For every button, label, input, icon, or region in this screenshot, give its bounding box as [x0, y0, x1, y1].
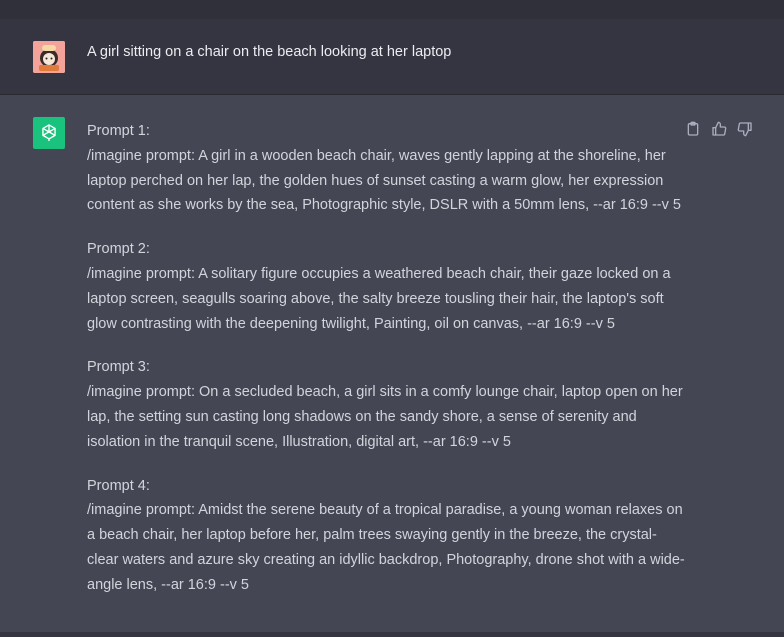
thumbs-up-button[interactable] [709, 119, 729, 139]
bottom-bar [0, 632, 784, 637]
assistant-message-row: Prompt 1: /imagine prompt: A girl in a w… [0, 95, 784, 632]
prompt-body: /imagine prompt: A solitary figure occup… [87, 265, 671, 332]
user-avatar-icon [33, 41, 65, 73]
thumbs-up-icon [711, 121, 727, 137]
assistant-message-content: Prompt 1: /imagine prompt: A girl in a w… [87, 119, 687, 617]
prompt-body: /imagine prompt: On a secluded beach, a … [87, 384, 683, 450]
user-message-row: A girl sitting on a chair on the beach l… [0, 19, 784, 95]
thumbs-down-button[interactable] [735, 119, 755, 139]
prompt-heading: Prompt 3: [87, 359, 150, 376]
thumbs-down-icon [737, 121, 753, 137]
copy-button[interactable] [683, 119, 703, 139]
prompt-body: /imagine prompt: A girl in a wooden beac… [87, 147, 681, 214]
prompt-block: Prompt 4: /imagine prompt: Amidst the se… [87, 474, 687, 598]
message-actions [683, 119, 755, 139]
prompt-heading: Prompt 4: [87, 477, 150, 494]
prompt-block: Prompt 1: /imagine prompt: A girl in a w… [87, 119, 687, 218]
clipboard-icon [685, 121, 701, 137]
user-message-text: A girl sitting on a chair on the beach l… [87, 44, 452, 60]
prompt-heading: Prompt 1: [87, 123, 150, 139]
top-bar [0, 0, 784, 19]
prompt-block: Prompt 3: /imagine prompt: On a secluded… [87, 355, 687, 454]
prompt-heading: Prompt 2: [87, 241, 150, 258]
prompt-body: /imagine prompt: Amidst the serene beaut… [87, 502, 685, 593]
openai-logo-icon [33, 117, 65, 149]
prompt-block: Prompt 2: /imagine prompt: A solitary fi… [87, 237, 687, 336]
